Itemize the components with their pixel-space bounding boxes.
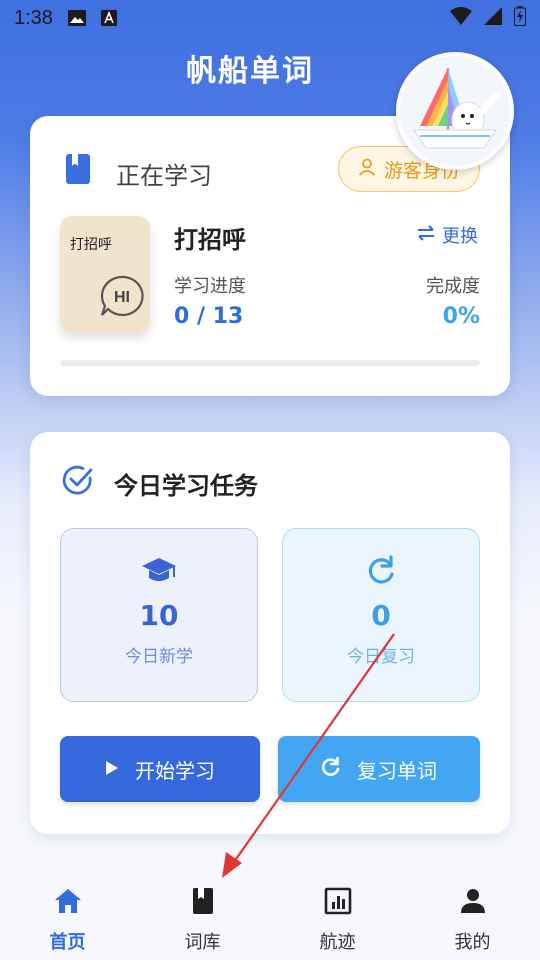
tab-profile-label: 我的 (454, 932, 491, 953)
new-words-stat[interactable]: 10 今日新学 (60, 528, 258, 702)
wordbook-name: 打招呼 (174, 226, 246, 254)
review-words-count: 0 (371, 599, 391, 632)
progress-bar (60, 360, 480, 366)
completion-label: 完成度 (426, 276, 480, 297)
hi-badge-text: HI (114, 289, 130, 306)
signal-icon (484, 7, 502, 29)
person-icon (358, 158, 376, 181)
new-words-caption: 今日新学 (125, 647, 193, 667)
image-icon (67, 9, 87, 27)
home-icon (54, 889, 81, 913)
status-time: 1:38 (14, 6, 53, 29)
start-learning-button[interactable]: 开始学习 (60, 736, 260, 802)
hi-speech-bubble-icon: HI (100, 275, 144, 317)
wordbook-cover[interactable]: 打招呼 HI (60, 216, 150, 332)
review-words-label: 复习单词 (357, 758, 437, 783)
bottom-tab-bar: 首页 词库 航迹 我的 (0, 870, 540, 960)
start-learning-label: 开始学习 (135, 758, 215, 783)
a-icon (99, 9, 119, 27)
new-words-count: 10 (139, 599, 179, 632)
tab-wordbank-label: 词库 (184, 932, 221, 953)
mascot-avatar[interactable] (396, 52, 514, 170)
tab-profile[interactable]: 我的 (405, 870, 540, 960)
graduation-cap-icon (142, 558, 176, 581)
review-words-stat[interactable]: 0 今日复习 (282, 528, 480, 702)
progress-value: 0 / 13 (174, 304, 244, 329)
change-wordbook-button[interactable]: 更换 (416, 222, 478, 248)
change-label: 更换 (442, 226, 478, 247)
book-icon (66, 154, 90, 184)
completion-value: 0% (442, 304, 480, 329)
tab-home[interactable]: 首页 (0, 870, 135, 960)
daily-tasks-heading: 今日学习任务 (114, 472, 258, 500)
tab-track[interactable]: 航迹 (270, 870, 405, 960)
play-icon (105, 757, 119, 781)
swap-icon (416, 224, 436, 246)
tab-wordbank[interactable]: 词库 (135, 870, 270, 960)
wifi-icon (450, 7, 472, 29)
refresh-icon (368, 555, 394, 584)
book-cover-title: 打招呼 (70, 237, 112, 253)
chart-icon (324, 887, 351, 915)
daily-tasks-card: 今日学习任务 10 今日新学 0 今日复习 开始学习 复习单词 (30, 432, 510, 834)
progress-label: 学习进度 (174, 276, 246, 297)
book-icon (192, 888, 213, 914)
review-words-caption: 今日复习 (347, 647, 415, 667)
battery-icon (514, 6, 526, 30)
status-bar: 1:38 (0, 0, 540, 36)
person-icon (460, 889, 485, 913)
check-circle-icon (62, 464, 94, 496)
refresh-icon (321, 756, 341, 782)
tab-track-label: 航迹 (319, 932, 356, 953)
current-learning-heading: 正在学习 (116, 162, 212, 190)
review-words-button[interactable]: 复习单词 (278, 736, 480, 802)
tab-home-label: 首页 (49, 932, 86, 953)
